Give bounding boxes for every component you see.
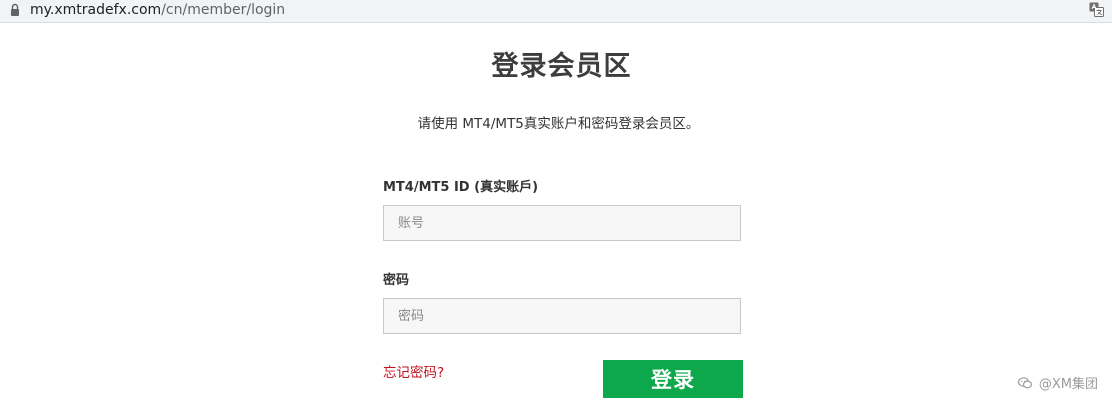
password-label: 密码 — [383, 273, 410, 288]
account-input[interactable] — [383, 205, 741, 241]
watermark: @XM集团 — [1017, 373, 1098, 392]
forgot-password-link[interactable]: 忘记密码? — [383, 361, 444, 381]
page-title: 登录会员区 — [491, 51, 632, 82]
account-label: MT4/MT5 ID (真实账戶) — [383, 180, 539, 195]
url-path: /cn/member/login — [161, 2, 286, 18]
password-input[interactable] — [383, 298, 741, 334]
url-text[interactable]: my.xmtradefx.com/cn/member/login — [30, 1, 285, 19]
url-host: my.xmtradefx.com — [30, 2, 162, 18]
page-subtitle: 请使用 MT4/MT5真实账户和密码登录会员区。 — [417, 116, 700, 132]
wechat-icon — [1017, 376, 1032, 388]
browser-address-bar[interactable]: my.xmtradefx.com/cn/member/login — [0, 0, 1112, 23]
translate-icon[interactable] — [1089, 2, 1104, 17]
login-button[interactable]: 登录 — [603, 360, 743, 398]
lock-icon — [11, 3, 19, 16]
watermark-text: @XM集团 — [1038, 377, 1098, 392]
